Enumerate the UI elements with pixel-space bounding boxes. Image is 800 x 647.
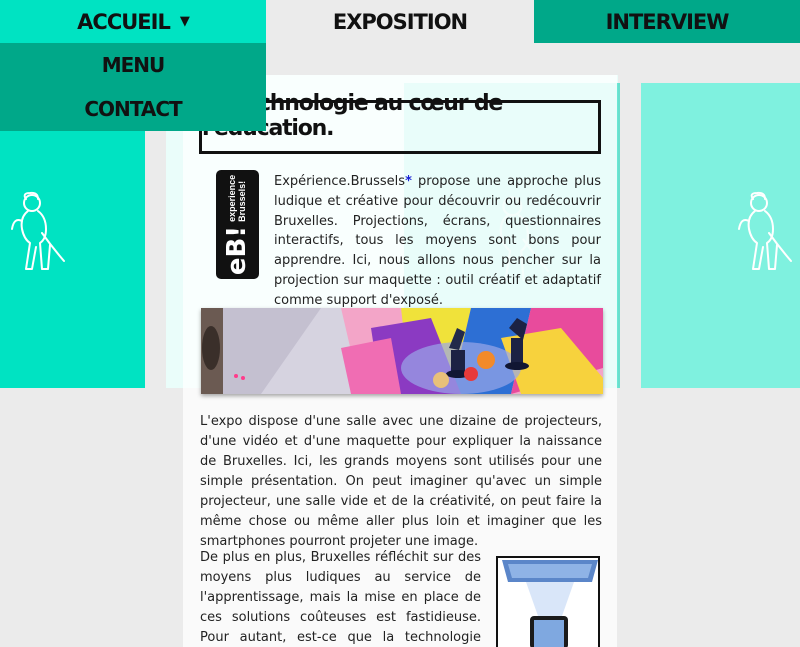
nav-tab-exposition-label: EXPOSITION [332, 9, 468, 34]
exhibition-photo [201, 308, 603, 394]
logo-line-1: experience [227, 174, 238, 222]
intro-paragraph: Expérience.Brussels* propose une approch… [274, 172, 601, 311]
footnote-star[interactable]: * [405, 174, 412, 189]
dropdown-item-menu[interactable]: MENU [0, 43, 266, 87]
nav-tab-interview-label: INTERVIEW [605, 9, 730, 34]
phone-projection-image [496, 556, 600, 647]
projection-model-image [201, 308, 603, 394]
experience-brussels-logo: eB! experience Brussels! [216, 170, 259, 279]
caret-down-icon: ▼ [179, 14, 190, 29]
manneken-pis-icon [738, 191, 792, 270]
body-paragraph-1: L'expo dispose d'une salle avec une diza… [200, 414, 602, 549]
nav-dropdown-menu: MENU CONTACT [0, 43, 266, 131]
logo-line-2: Brussels! [237, 180, 248, 222]
nav-tab-exposition[interactable]: EXPOSITION [266, 0, 534, 43]
logo-mark: eB! [222, 225, 253, 275]
dropdown-item-contact[interactable]: CONTACT [0, 87, 266, 131]
smartphone-projector-image [498, 558, 598, 647]
experience-brussels-link[interactable]: Expérience.Brussels [274, 174, 405, 189]
nav-tab-accueil-label: ACCUEIL [77, 9, 171, 34]
left-side-panel [0, 131, 145, 388]
body-paragraph-2: De plus en plus, Bruxelles réfléchit sur… [200, 550, 481, 645]
right-side-panel [641, 83, 800, 388]
manneken-pis-icon [11, 191, 65, 270]
nav-tab-interview[interactable]: INTERVIEW [534, 0, 800, 43]
intro-text: propose une approche plus ludique et cré… [274, 174, 601, 308]
nav-tab-accueil[interactable]: ACCUEIL ▼ [0, 0, 266, 43]
